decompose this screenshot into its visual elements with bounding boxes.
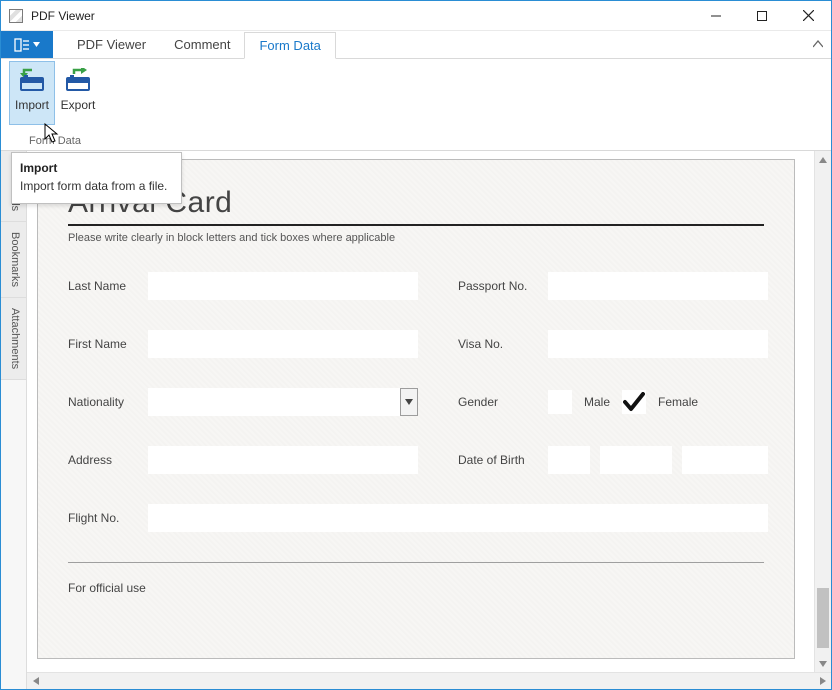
label-nationality: Nationality — [68, 395, 148, 409]
export-button[interactable]: Export — [55, 61, 101, 125]
input-dob-month[interactable] — [600, 446, 672, 474]
file-tab[interactable] — [1, 31, 53, 58]
input-passport-no[interactable] — [548, 272, 768, 300]
tab-comment[interactable]: Comment — [160, 31, 244, 58]
label-first-name: First Name — [68, 337, 148, 351]
chevron-down-icon — [819, 661, 827, 667]
scroll-up-button[interactable] — [815, 151, 831, 168]
minimize-button[interactable] — [693, 1, 739, 31]
label-passport-no: Passport No. — [458, 279, 548, 293]
close-button[interactable] — [785, 1, 831, 31]
sidetab-bookmarks[interactable]: Bookmarks — [1, 222, 26, 298]
checkbox-female[interactable] — [622, 390, 646, 414]
scroll-down-button[interactable] — [815, 655, 831, 672]
input-visa-no[interactable] — [548, 330, 768, 358]
vertical-scrollbar[interactable] — [814, 151, 831, 672]
tab-form-data[interactable]: Form Data — [244, 32, 335, 59]
label-official-use: For official use — [68, 581, 146, 595]
scroll-right-button[interactable] — [814, 673, 831, 689]
input-dob-year[interactable] — [682, 446, 768, 474]
window-title: PDF Viewer — [31, 9, 95, 23]
label-flight-no: Flight No. — [68, 511, 148, 525]
scroll-track[interactable] — [815, 168, 831, 655]
input-dob-day[interactable] — [548, 446, 590, 474]
chevron-right-icon — [820, 677, 826, 685]
side-panel: humbnails Bookmarks Attachments — [1, 151, 27, 689]
sidetab-attachments[interactable]: Attachments — [1, 298, 26, 380]
maximize-icon — [757, 11, 767, 21]
input-last-name[interactable] — [148, 272, 418, 300]
scroll-left-button[interactable] — [27, 673, 44, 689]
label-female: Female — [658, 395, 698, 409]
dropdown-button[interactable] — [400, 388, 418, 416]
label-male: Male — [584, 395, 610, 409]
collapse-ribbon-button[interactable] — [813, 37, 823, 51]
pdf-page: Arrival Card Please write clearly in blo… — [37, 159, 795, 659]
label-address: Address — [68, 453, 148, 467]
maximize-button[interactable] — [739, 1, 785, 31]
scroll-thumb[interactable] — [817, 588, 829, 648]
import-label: Import — [15, 98, 49, 112]
ribbon-group-label: Form Data — [29, 135, 81, 147]
file-tab-icon — [14, 38, 30, 52]
official-use-section: For official use — [68, 562, 764, 595]
label-last-name: Last Name — [68, 279, 148, 293]
close-icon — [803, 10, 814, 21]
app-icon — [9, 9, 23, 23]
label-gender: Gender — [458, 395, 548, 409]
chevron-up-icon — [819, 157, 827, 163]
tab-pdf-viewer[interactable]: PDF Viewer — [63, 31, 160, 58]
input-flight-no[interactable] — [148, 504, 768, 532]
chevron-up-icon — [813, 40, 823, 48]
label-dob: Date of Birth — [458, 453, 548, 467]
minimize-icon — [711, 11, 721, 21]
ribbon: Import Export Form Data — [1, 59, 831, 151]
chevron-down-icon — [33, 42, 40, 47]
checkbox-male[interactable] — [548, 390, 572, 414]
horizontal-scrollbar[interactable] — [27, 672, 831, 689]
content-area: humbnails Bookmarks Attachments Arrival … — [1, 151, 831, 689]
input-first-name[interactable] — [148, 330, 418, 358]
label-visa-no: Visa No. — [458, 337, 548, 351]
chevron-down-icon — [405, 399, 413, 405]
export-icon — [64, 68, 92, 92]
tooltip-body: Import form data from a file. — [20, 177, 167, 195]
document-viewer: Arrival Card Please write clearly in blo… — [27, 151, 831, 689]
app-window: PDF Viewer PDF Viewer Comment Form Data — [0, 0, 832, 690]
import-icon — [18, 68, 46, 92]
form-instruction: Please write clearly in block letters an… — [68, 232, 764, 244]
select-nationality[interactable] — [148, 388, 418, 416]
title-bar: PDF Viewer — [1, 1, 831, 31]
ribbon-group-form-data: Import Export Form Data — [7, 61, 103, 150]
import-button[interactable]: Import — [9, 61, 55, 125]
export-label: Export — [61, 98, 96, 112]
input-address[interactable] — [148, 446, 418, 474]
ribbon-tab-row: PDF Viewer Comment Form Data — [1, 31, 831, 59]
chevron-left-icon — [33, 677, 39, 685]
tooltip: Import Import form data from a file. — [11, 152, 182, 204]
tooltip-title: Import — [20, 159, 167, 177]
check-icon — [623, 392, 645, 412]
